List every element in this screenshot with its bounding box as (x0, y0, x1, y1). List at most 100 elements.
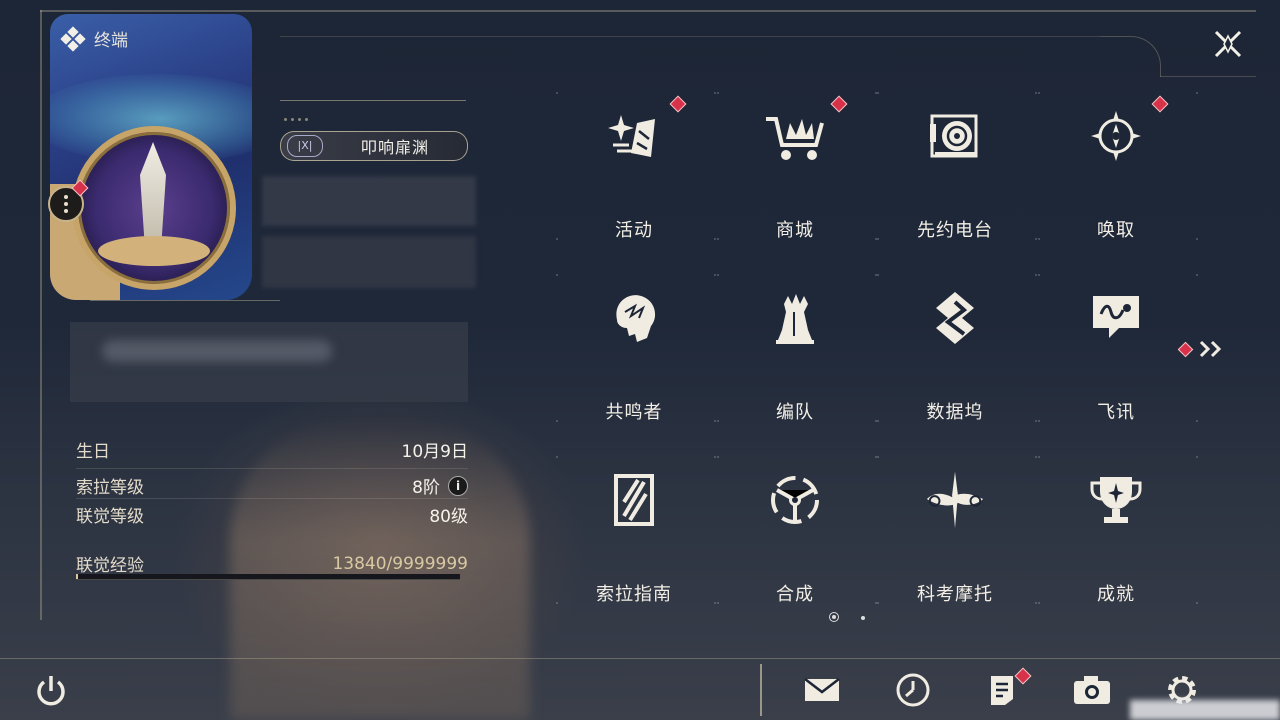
decor-dots (284, 118, 308, 121)
camera-icon (1074, 676, 1110, 704)
close-icon[interactable] (1208, 24, 1248, 64)
union-exp-label: 联觉经验 (76, 556, 144, 576)
grid-dot (877, 420, 879, 422)
grid-dot (717, 456, 719, 458)
menu-item-label: 数据坞 (926, 402, 984, 423)
page-indicator-active[interactable] (829, 612, 839, 622)
menu-item-0[interactable]: 活动 (554, 92, 714, 242)
chat-message-icon (1084, 286, 1148, 350)
player-id-redacted (262, 236, 476, 288)
mail-button[interactable] (802, 672, 842, 708)
grid-dot (1196, 92, 1198, 94)
sola-level-label: 索拉等级 (76, 478, 144, 498)
menu-item-label: 唤取 (1097, 220, 1135, 241)
menu-item-2[interactable]: 先约电台 (875, 92, 1035, 242)
double-chevron-right-icon (1199, 340, 1222, 358)
union-level-label: 联觉等级 (76, 507, 144, 527)
notification-badge (830, 95, 848, 113)
menu-item-label: 飞讯 (1097, 402, 1135, 423)
frame-left (40, 10, 42, 620)
title-badge[interactable]: |X| 叩响扉渊 (280, 131, 468, 161)
grid-dot (1038, 274, 1040, 276)
guide-book-icon (602, 468, 666, 532)
grid-dot (877, 456, 879, 458)
page-title-text: 终端 (94, 31, 128, 51)
compass-star-icon (1084, 104, 1148, 168)
grid-dot (1196, 602, 1198, 604)
bottom-bar-divider (0, 658, 1280, 659)
menu-item-label: 商城 (776, 220, 814, 241)
grid-dot (1196, 274, 1198, 276)
menu-item-label: 索拉指南 (596, 584, 672, 605)
grid-dot (717, 420, 719, 422)
info-icon[interactable]: i (448, 475, 468, 496)
menu-item-7[interactable]: 飞讯 (1036, 274, 1196, 424)
menu-item-8[interactable]: 索拉指南 (554, 456, 714, 606)
grid-dot (1038, 238, 1040, 240)
clock-button[interactable] (893, 672, 933, 708)
data-dock-icon (923, 286, 987, 350)
menu-item-11[interactable]: 成就 (1036, 456, 1196, 606)
bottom-bar-separator (760, 664, 762, 716)
menu-item-10[interactable]: 科考摩托 (875, 456, 1035, 606)
grid-dot (1038, 92, 1040, 94)
shop-cart-icon (763, 104, 827, 168)
sparkle-icon (602, 104, 666, 168)
watermark (1130, 700, 1280, 720)
sola-level-value: 8阶 (412, 478, 440, 498)
name-divider (280, 100, 466, 101)
menu-item-5[interactable]: 编队 (715, 274, 875, 424)
camera-button[interactable] (1072, 672, 1112, 708)
menu-item-1[interactable]: 商城 (715, 92, 875, 242)
grid-dot (717, 602, 719, 604)
signature-redacted[interactable] (70, 322, 468, 402)
radio-icon (923, 104, 987, 168)
grid-dot (877, 602, 879, 604)
grid-dot (717, 92, 719, 94)
grid-dot (556, 456, 558, 458)
row-divider (76, 498, 468, 499)
grid-dot (1038, 602, 1040, 604)
resonator-head-icon (602, 286, 666, 350)
next-page-button[interactable] (1177, 340, 1225, 358)
birthday-value: 10月9日 (401, 442, 468, 462)
notification-badge (1151, 95, 1169, 113)
motorbike-icon (923, 468, 987, 532)
grid-dot (717, 238, 719, 240)
menu-item-label: 先约电台 (917, 220, 993, 241)
title-badge-text: 叩响扉渊 (360, 138, 429, 157)
grid-dot (556, 92, 558, 94)
grid-dot (717, 274, 719, 276)
clock-icon (896, 673, 930, 707)
notice-button[interactable] (983, 667, 1032, 708)
title-tag-icon: |X| (287, 135, 323, 157)
row-divider (76, 468, 468, 469)
frame-corner (1100, 36, 1161, 77)
menu-item-9[interactable]: 合成 (715, 456, 875, 606)
menu-item-4[interactable]: 共鸣者 (554, 274, 714, 424)
menu-item-label: 成就 (1097, 584, 1135, 605)
profile-separator (90, 300, 280, 301)
power-icon[interactable] (34, 673, 68, 709)
union-exp-bar (76, 574, 460, 580)
mail-icon (804, 678, 840, 701)
frame-top (40, 10, 1256, 12)
grid-dot (556, 602, 558, 604)
page-indicator[interactable] (861, 616, 865, 620)
profile-avatar-emblem[interactable] (72, 126, 236, 290)
menu-item-label: 科考摩托 (917, 584, 993, 605)
union-exp-value: 13840/9999999 (332, 553, 468, 574)
notification-badge (1177, 341, 1194, 357)
union-level-value: 80级 (429, 507, 468, 527)
menu-item-label: 活动 (615, 220, 653, 241)
player-name-redacted (262, 176, 476, 226)
menu-item-3[interactable]: 唤取 (1036, 92, 1196, 242)
menu-item-6[interactable]: 数据坞 (875, 274, 1035, 424)
union-level-row: 联觉等级 80级 (76, 502, 468, 527)
grid-dot (1038, 456, 1040, 458)
notice-icon (991, 676, 1013, 705)
menu-item-label: 编队 (776, 402, 814, 423)
emblem-base (98, 236, 210, 266)
sola-level-row: 索拉等级 8阶 i (76, 473, 468, 498)
notification-badge (669, 95, 687, 113)
